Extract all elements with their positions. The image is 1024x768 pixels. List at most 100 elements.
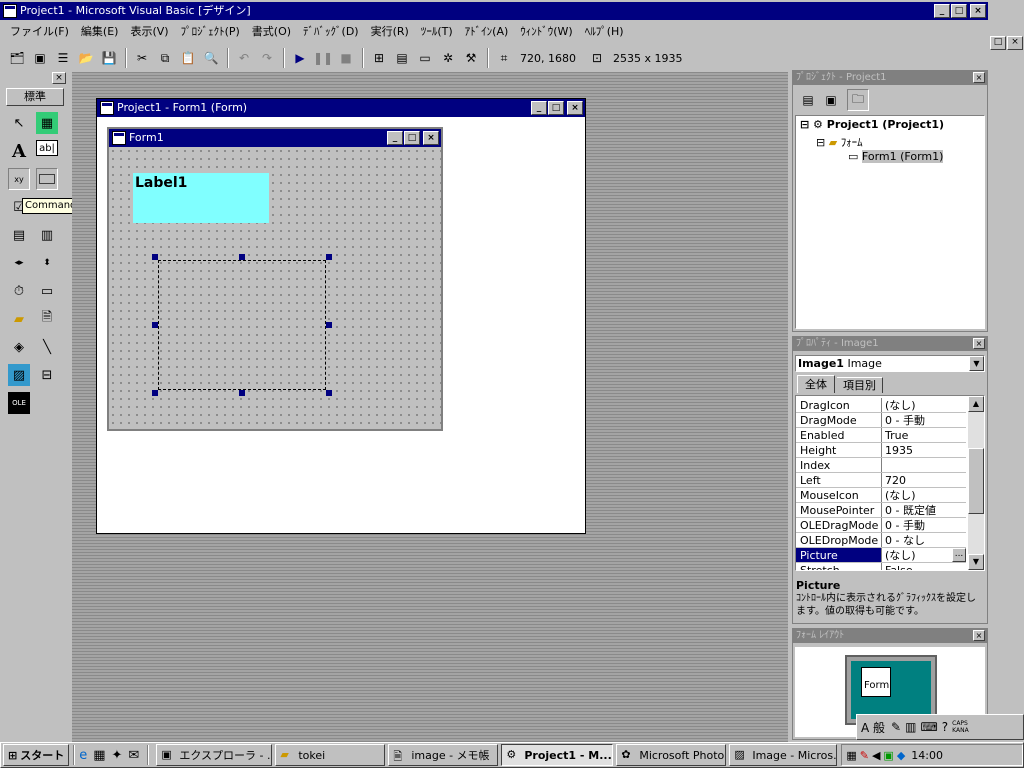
resize-handle-ne[interactable] xyxy=(326,254,332,260)
property-row[interactable]: OLEDropMode 0 - なし xyxy=(796,533,966,548)
ime-mode[interactable]: A 般 xyxy=(861,719,885,736)
project-explorer-close-button[interactable]: × xyxy=(973,72,985,83)
property-value[interactable]: 0 - 既定値 xyxy=(882,503,966,517)
designer-minimize-button[interactable]: _ xyxy=(531,101,547,115)
ime-pad-icon[interactable]: ▥ xyxy=(905,720,916,734)
vscrollbar-tool-icon[interactable]: ⬍ xyxy=(36,252,58,274)
ie-icon[interactable]: e xyxy=(79,748,87,763)
menu-editor-icon[interactable]: ☰ xyxy=(52,47,74,69)
cut-icon[interactable]: ✂ xyxy=(131,47,153,69)
scroll-down-icon[interactable]: ▼ xyxy=(968,554,984,570)
property-row[interactable]: Enabled True xyxy=(796,428,966,443)
tree-folder-row[interactable]: ⊟ ▰ ﾌｫｰﾑ xyxy=(816,134,863,150)
copy-icon[interactable]: ⧉ xyxy=(154,47,176,69)
scroll-thumb[interactable] xyxy=(968,448,984,514)
property-row[interactable]: MousePointer 0 - 既定値 xyxy=(796,503,966,518)
add-form-icon[interactable]: ▣ xyxy=(29,47,51,69)
main-titlebar[interactable]: Project1 - Microsoft Visual Basic [デザイン]… xyxy=(0,2,988,20)
drivelistbox-tool-icon[interactable]: ▭ xyxy=(36,280,58,302)
resize-handle-s[interactable] xyxy=(239,390,245,396)
resize-handle-w[interactable] xyxy=(152,322,158,328)
properties-titlebar[interactable]: ﾌﾟﾛﾊﾟﾃｨ - Image1 × xyxy=(793,337,987,351)
data-tool-icon[interactable]: ⊟ xyxy=(36,364,58,386)
commandbutton-tool-icon[interactable] xyxy=(36,168,58,190)
property-row[interactable]: DragIcon (なし) xyxy=(796,398,966,413)
task-notepad[interactable]: 🗎 image - メモ帳 xyxy=(388,744,499,766)
label-tool-icon[interactable]: A xyxy=(8,140,30,162)
property-row[interactable]: MouseIcon (なし) xyxy=(796,488,966,503)
tree-root-row[interactable]: ⊟ ⚙ Project1 (Project1) xyxy=(800,118,944,131)
tab-alphabetic[interactable]: 全体 xyxy=(797,375,835,393)
property-value[interactable]: 0 - 手動 xyxy=(882,413,966,427)
tray-app-icon[interactable]: ▦ xyxy=(846,749,856,762)
line-tool-icon[interactable]: ╲ xyxy=(36,336,58,358)
toolbox-icon[interactable]: ⚒ xyxy=(460,47,482,69)
property-value[interactable]: True xyxy=(882,428,966,442)
tray-network-icon[interactable]: ◆ xyxy=(897,749,905,762)
undo-icon[interactable]: ↶ xyxy=(233,47,255,69)
resize-handle-se[interactable] xyxy=(326,390,332,396)
resize-handle-n[interactable] xyxy=(239,254,245,260)
property-value[interactable]: (なし) xyxy=(882,488,966,502)
form-layout-icon[interactable]: ▭ xyxy=(414,47,436,69)
form1-titlebar[interactable]: Form1 _ □ × xyxy=(109,129,441,147)
toolbox-tab-standard[interactable]: 標準 xyxy=(6,88,64,106)
form-position-preview[interactable]: Form xyxy=(861,667,891,697)
project-explorer-titlebar[interactable]: ﾌﾟﾛｼﾞｪｸﾄ - Project1 × xyxy=(793,71,987,85)
ole-tool-icon[interactable]: OLE xyxy=(8,392,30,414)
property-scrollbar[interactable]: ▲ ▼ xyxy=(968,396,984,570)
view-object-icon[interactable]: ▣ xyxy=(820,89,842,111)
property-row[interactable]: OLEDragMode 0 - 手動 xyxy=(796,518,966,533)
form1-close-button[interactable]: × xyxy=(423,131,439,145)
channels-icon[interactable]: ✦ xyxy=(112,748,123,763)
menu-view[interactable]: 表示(V) xyxy=(124,22,174,42)
find-icon[interactable]: 🔍 xyxy=(200,47,222,69)
menu-window[interactable]: ｳｨﾝﾄﾞｳ(W) xyxy=(514,22,578,42)
property-row[interactable]: Stretch False xyxy=(796,563,966,570)
ime-tool-icon[interactable]: ⌨ xyxy=(920,720,937,734)
pointer-tool-icon[interactable]: ↖ xyxy=(8,112,30,134)
timer-tool-icon[interactable]: ⏱ xyxy=(8,280,30,302)
menu-debug[interactable]: ﾃﾞﾊﾞｯｸﾞ(D) xyxy=(297,22,365,42)
task-photo-editor[interactable]: ✿ Microsoft Photo... xyxy=(616,744,727,766)
close-button[interactable]: × xyxy=(970,4,986,18)
tray-monitor-icon[interactable]: ▣ xyxy=(883,749,893,762)
form1-client-area[interactable]: Label1 xyxy=(109,147,441,429)
menu-file[interactable]: ファイル(F) xyxy=(4,22,75,42)
object-selector[interactable]: Image1 Image ▼ xyxy=(795,355,985,372)
listbox-tool-icon[interactable]: ▤ xyxy=(8,224,30,246)
property-value[interactable]: 1935 xyxy=(882,443,966,457)
properties-window-icon[interactable]: ▤ xyxy=(391,47,413,69)
resize-handle-nw[interactable] xyxy=(152,254,158,260)
form-designer-window[interactable]: Project1 - Form1 (Form) _ □ × Form1 _ □ … xyxy=(96,98,586,534)
property-value[interactable]: 720 xyxy=(882,473,966,487)
menu-run[interactable]: 実行(R) xyxy=(365,22,415,42)
property-row[interactable]: Index xyxy=(796,458,966,473)
property-value[interactable]: (なし)... xyxy=(882,548,966,562)
ime-help-icon[interactable]: ? xyxy=(942,720,948,734)
open-project-icon[interactable]: 📂 xyxy=(75,47,97,69)
menu-tools[interactable]: ﾂｰﾙ(T) xyxy=(415,22,459,42)
property-row[interactable]: Left 720 xyxy=(796,473,966,488)
menu-project[interactable]: ﾌﾟﾛｼﾞｪｸﾄ(P) xyxy=(175,22,246,42)
hscrollbar-tool-icon[interactable]: ◂▸ xyxy=(8,252,30,274)
property-row[interactable]: Picture (なし)... xyxy=(796,548,966,563)
menu-format[interactable]: 書式(O) xyxy=(246,22,297,42)
textbox-tool-icon[interactable]: ab| xyxy=(36,140,58,156)
resize-handle-e[interactable] xyxy=(326,322,332,328)
property-row[interactable]: Height 1935 xyxy=(796,443,966,458)
image-tool-icon[interactable]: ▨ xyxy=(8,364,30,386)
minimize-button[interactable]: _ xyxy=(934,4,950,18)
paste-icon[interactable]: 📋 xyxy=(177,47,199,69)
dirlistbox-tool-icon[interactable]: ▰ xyxy=(8,308,30,330)
property-row[interactable]: DragMode 0 - 手動 xyxy=(796,413,966,428)
project-explorer-icon[interactable]: ⊞ xyxy=(368,47,390,69)
view-code-icon[interactable]: ▤ xyxy=(797,89,819,111)
ime-convert-icon[interactable]: ✎ xyxy=(891,720,901,734)
property-value[interactable]: (なし) xyxy=(882,398,966,412)
form1-maximize-button[interactable]: □ xyxy=(404,131,420,145)
tree-form-row[interactable]: ▭ Form1 (Form1) xyxy=(848,150,944,163)
object-browser-icon[interactable]: ✲ xyxy=(437,47,459,69)
desktop-icon[interactable]: ▦ xyxy=(93,748,105,763)
designer-maximize-button[interactable]: □ xyxy=(548,101,564,115)
